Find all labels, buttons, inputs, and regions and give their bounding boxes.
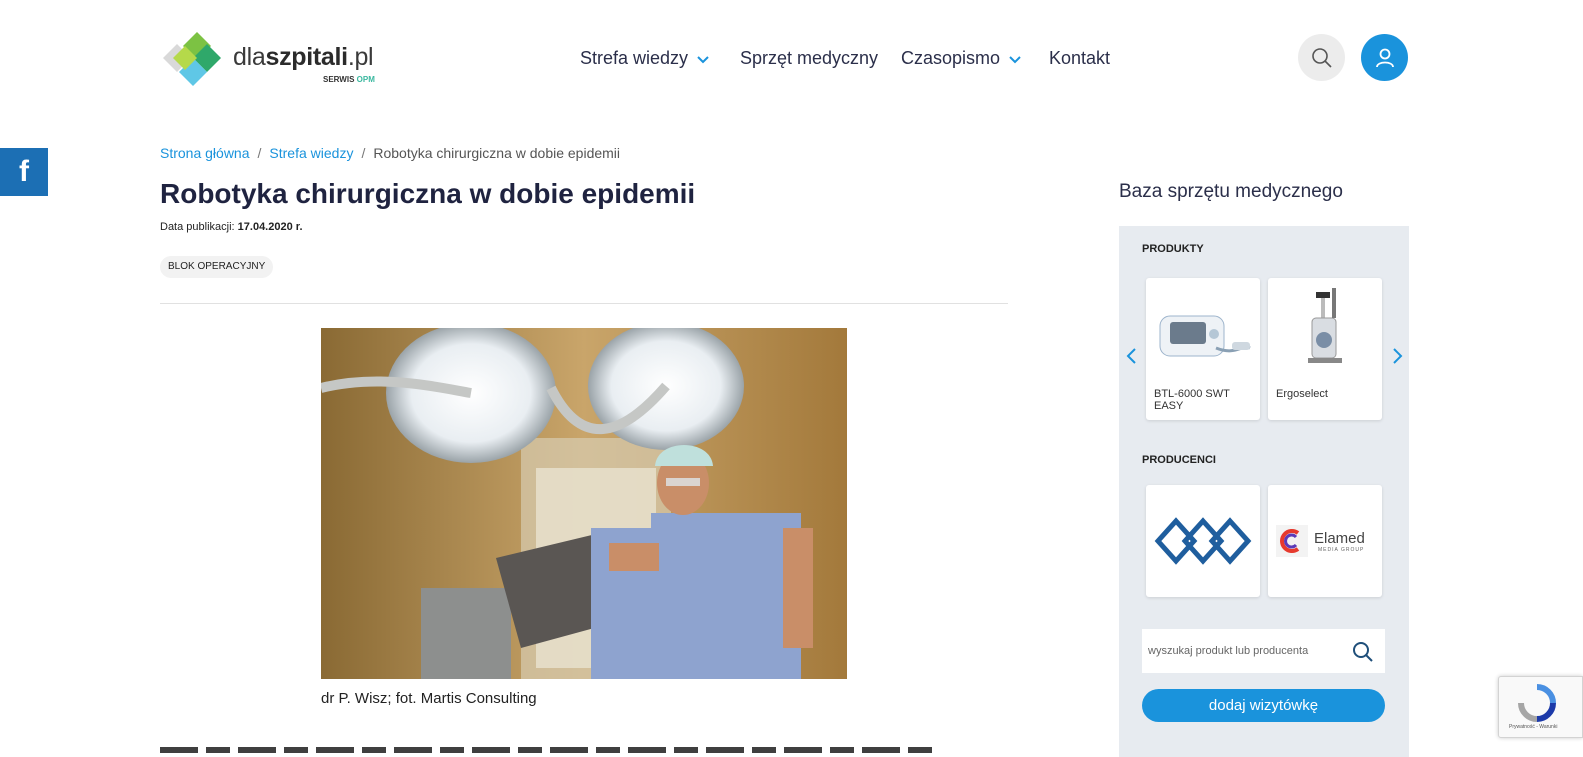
header-search-button[interactable]: [1298, 34, 1345, 81]
products-label: PRODUKTY: [1142, 243, 1204, 255]
logo-mark-icon: [163, 32, 221, 86]
search-icon: [1311, 47, 1332, 68]
elamed-logo: Elamed MEDIA GROUP: [1276, 525, 1365, 557]
elamed-logo-text: Elamed: [1314, 530, 1365, 547]
logo-prefix: dla: [233, 43, 266, 71]
facebook-icon: f: [19, 155, 29, 188]
breadcrumb-current: Robotyka chirurgiczna w dobie epidemii: [373, 145, 621, 161]
chevron-down-icon: [697, 55, 709, 63]
article-body-text: [160, 742, 940, 756]
logo-wordmark: dlaszpitali.pl: [233, 43, 374, 72]
product-name: BTL-6000 SWT EASY: [1154, 388, 1230, 412]
divider: [160, 303, 1008, 304]
nav-kontakt[interactable]: Kontakt: [1049, 48, 1110, 69]
article-photo: [321, 328, 847, 679]
nav-label: Sprzęt medyczny: [740, 48, 879, 68]
text-line: [160, 747, 940, 753]
producer-card-elamed[interactable]: Elamed MEDIA GROUP: [1268, 485, 1382, 597]
user-account-button[interactable]: [1361, 34, 1408, 81]
logo-bold: szpitali: [265, 43, 348, 71]
nav-strefa-wiedzy[interactable]: Strefa wiedzy: [580, 48, 710, 69]
logo-suffix: .pl: [347, 43, 374, 71]
sidebar-title: Baza sprzętu medycznego: [1119, 181, 1343, 202]
breadcrumb-separator: /: [361, 145, 366, 161]
chevron-right-icon[interactable]: [1390, 347, 1404, 365]
breadcrumb-section[interactable]: Strefa wiedzy: [269, 145, 353, 161]
chevron-down-icon: [1009, 55, 1021, 63]
breadcrumb: Strona główna / Strefa wiedzy / Robotyka…: [160, 145, 620, 161]
date-value: 17.04.2020 r.: [237, 221, 303, 233]
facebook-share-button[interactable]: f: [0, 148, 48, 196]
search-placeholder: wyszukaj produkt lub producenta: [1148, 645, 1309, 657]
user-icon: [1375, 48, 1394, 67]
producer-card-btl[interactable]: [1146, 485, 1260, 597]
recaptcha-terms[interactable]: Prywatność - Warunki: [1509, 724, 1557, 730]
product-image-ergoselect: [1308, 288, 1342, 363]
product-card[interactable]: Ergoselect: [1268, 278, 1382, 420]
product-card[interactable]: BTL-6000 SWT EASY: [1146, 278, 1260, 420]
product-search-input[interactable]: wyszukaj produkt lub producenta: [1142, 629, 1385, 673]
nav-label: Strefa wiedzy: [580, 48, 689, 68]
nav-czasopismo[interactable]: Czasopismo: [901, 48, 1022, 69]
nav-label: Czasopismo: [901, 48, 1001, 68]
publication-date: Data publikacji: 17.04.2020 r.: [160, 221, 303, 233]
logo-subtitle: SERWIS OPM: [323, 75, 375, 84]
category-tag[interactable]: BLOK OPERACYJNY: [160, 256, 274, 278]
logo-sub-accent: OPM: [356, 75, 375, 84]
product-image-btl-6000: [1159, 315, 1251, 357]
btl-logo: [1154, 517, 1252, 565]
elamed-logo-sub: MEDIA GROUP: [1318, 547, 1364, 553]
recaptcha-icon: [1518, 684, 1556, 722]
surgeon-photo-image: [321, 328, 847, 679]
breadcrumb-separator: /: [257, 145, 262, 161]
nav-sprzet-medyczny[interactable]: Sprzęt medyczny: [740, 48, 878, 69]
nav-label: Kontakt: [1049, 48, 1111, 68]
page-title: Robotyka chirurgiczna w dobie epidemii: [160, 178, 696, 209]
search-icon[interactable]: [1352, 641, 1374, 663]
logo-sub-prefix: SERWIS: [323, 75, 357, 84]
breadcrumb-home[interactable]: Strona główna: [160, 145, 250, 161]
producers-label: PRODUCENCI: [1142, 454, 1216, 466]
photo-caption: dr P. Wisz; fot. Martis Consulting: [321, 690, 537, 707]
product-name: Ergoselect: [1276, 388, 1328, 400]
chevron-left-icon[interactable]: [1125, 347, 1139, 365]
recaptcha-badge[interactable]: Prywatność - Warunki: [1498, 676, 1583, 738]
date-label: Data publikacji:: [160, 221, 238, 233]
add-business-card-button[interactable]: dodaj wizytówkę: [1142, 689, 1385, 722]
